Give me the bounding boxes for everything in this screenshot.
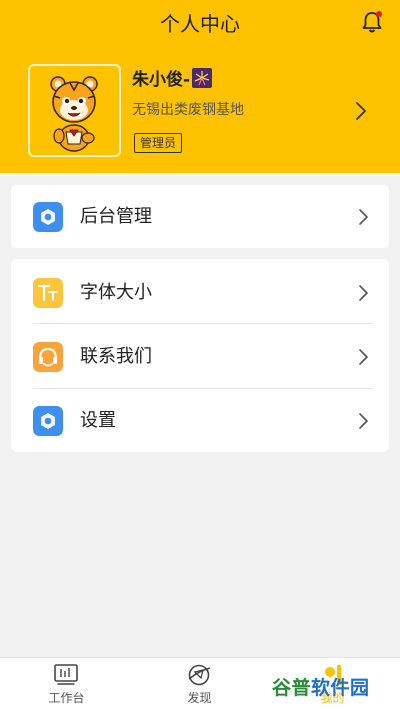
- menu-item-contact-us[interactable]: 联系我们: [11, 325, 389, 389]
- font-size-icon: [33, 278, 63, 308]
- chevron-right-icon: [359, 349, 368, 365]
- menu-item-label: 设置: [80, 410, 116, 431]
- role-badge: 管理员: [134, 133, 183, 153]
- gear-icon: [33, 406, 63, 436]
- fireworks-icon: [192, 68, 213, 88]
- tiger-mascot-avatar: [50, 76, 98, 152]
- page-title: 个人中心: [160, 12, 240, 36]
- watermark: 谷普软件园: [272, 677, 370, 699]
- gear-icon: [33, 202, 63, 232]
- discover-icon: [188, 664, 211, 686]
- tab-label: 工作台: [48, 691, 85, 705]
- menu-item-label: 后台管理: [80, 206, 152, 227]
- chevron-right-icon: [359, 209, 368, 225]
- tab-discover[interactable]: 发现: [133, 658, 266, 711]
- profile-header: 个人中心 朱小俊- 无锡出类废钢基地 管理员: [0, 0, 400, 173]
- notification-bell-icon[interactable]: [358, 8, 386, 36]
- chevron-right-icon: [359, 413, 368, 429]
- workbench-icon: [54, 664, 78, 685]
- headset-icon: [33, 342, 63, 372]
- menu-item-label: 联系我们: [80, 346, 152, 367]
- tab-label: 发现: [187, 691, 212, 705]
- tab-workbench[interactable]: 工作台: [0, 658, 133, 711]
- divider: [33, 323, 373, 324]
- chevron-right-icon: [356, 102, 366, 120]
- menu-item-settings[interactable]: 设置: [11, 389, 389, 453]
- menu-item-label: 字体大小: [80, 282, 152, 303]
- menu-item-font-size[interactable]: 字体大小: [11, 261, 389, 325]
- company-name: 无锡出类废钢基地: [132, 102, 244, 118]
- menu-card-admin: 后台管理: [11, 185, 389, 248]
- profile-card[interactable]: 朱小俊- 无锡出类废钢基地 管理员: [28, 64, 378, 158]
- user-name: 朱小俊-: [132, 68, 213, 92]
- avatar[interactable]: [28, 64, 121, 157]
- chevron-right-icon: [359, 285, 368, 301]
- menu-card-general: 字体大小 联系我们 设置: [11, 259, 389, 452]
- menu-item-admin[interactable]: 后台管理: [11, 185, 389, 249]
